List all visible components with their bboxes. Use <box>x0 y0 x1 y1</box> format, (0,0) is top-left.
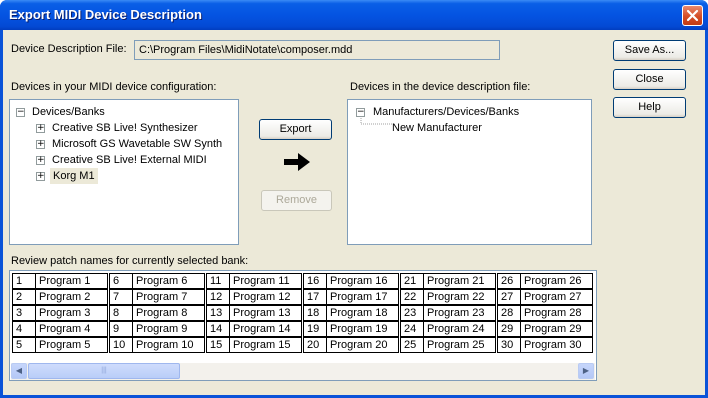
save-as-button[interactable]: Save As... <box>613 40 686 61</box>
patch-number-cell[interactable]: 3 <box>12 305 36 321</box>
minus-box-icon[interactable]: − <box>356 108 365 117</box>
window-title: Export MIDI Device Description <box>9 7 202 22</box>
export-button[interactable]: Export <box>259 119 332 140</box>
plus-box-icon[interactable]: + <box>36 156 45 165</box>
minus-box-icon[interactable]: − <box>16 108 25 117</box>
patch-name-cell[interactable]: Program 24 <box>423 321 496 337</box>
tree-connector <box>360 118 392 125</box>
patch-name-cell[interactable]: Program 20 <box>326 337 399 353</box>
close-button[interactable]: Close <box>613 69 686 90</box>
patch-name-cell[interactable]: Program 13 <box>229 305 302 321</box>
patch-number-cell[interactable]: 9 <box>109 321 133 337</box>
patch-name-cell[interactable]: Program 30 <box>520 337 593 353</box>
tree-item-manufacturer[interactable]: New Manufacturer <box>392 120 482 136</box>
scroll-left-icon[interactable]: ◀ <box>11 363 27 379</box>
patch-name-cell[interactable]: Program 4 <box>35 321 108 337</box>
tree-item-device-selected[interactable]: Korg M1 <box>50 168 98 184</box>
patch-number-cell[interactable]: 5 <box>12 337 36 353</box>
patch-number-cell[interactable]: 6 <box>109 273 133 289</box>
patch-number-cell[interactable]: 15 <box>206 337 230 353</box>
tree-item-device[interactable]: Creative SB Live! Synthesizer <box>52 120 198 136</box>
file-devices-label: Devices in the device description file: <box>350 81 531 93</box>
patch-name-cell[interactable]: Program 25 <box>423 337 496 353</box>
patch-number-cell[interactable]: 18 <box>303 305 327 321</box>
patch-name-cell[interactable]: Program 18 <box>326 305 399 321</box>
patch-number-cell[interactable]: 17 <box>303 289 327 305</box>
tree-item-device[interactable]: Microsoft GS Wavetable SW Synth <box>52 136 222 152</box>
patch-name-cell[interactable]: Program 29 <box>520 321 593 337</box>
patch-number-cell[interactable]: 19 <box>303 321 327 337</box>
patch-name-cell[interactable]: Program 17 <box>326 289 399 305</box>
patch-name-cell[interactable]: Program 19 <box>326 321 399 337</box>
scroll-right-icon[interactable]: ▶ <box>578 363 594 379</box>
patch-number-cell[interactable]: 28 <box>497 305 521 321</box>
file-devices-tree[interactable]: − Manufacturers/Devices/Banks New Manufa… <box>347 99 592 245</box>
patch-number-cell[interactable]: 25 <box>400 337 424 353</box>
patch-number-cell[interactable]: 11 <box>206 273 230 289</box>
horizontal-scrollbar[interactable]: ◀ ||| ▶ <box>11 363 595 380</box>
patch-number-cell[interactable]: 23 <box>400 305 424 321</box>
dialog-window: Export MIDI Device Description Device De… <box>0 0 708 398</box>
patch-name-cell[interactable]: Program 11 <box>229 273 302 289</box>
patch-number-cell[interactable]: 8 <box>109 305 133 321</box>
patch-number-cell[interactable]: 22 <box>400 289 424 305</box>
patch-name-cell[interactable]: Program 23 <box>423 305 496 321</box>
patch-name-cell[interactable]: Program 22 <box>423 289 496 305</box>
patch-number-cell[interactable]: 1 <box>12 273 36 289</box>
tree-root-manufacturers[interactable]: Manufacturers/Devices/Banks <box>373 104 519 120</box>
patch-number-cell[interactable]: 21 <box>400 273 424 289</box>
patch-number-cell[interactable]: 16 <box>303 273 327 289</box>
patch-number-cell[interactable]: 14 <box>206 321 230 337</box>
patch-name-cell[interactable]: Program 3 <box>35 305 108 321</box>
title-bar[interactable]: Export MIDI Device Description <box>0 0 708 30</box>
patch-names-grid[interactable]: 1 Program 1 2 Program 2 3 Program 3 4 Program 4… <box>9 270 597 381</box>
patch-name-cell[interactable]: Program 27 <box>520 289 593 305</box>
patch-name-cell[interactable]: Program 10 <box>132 337 205 353</box>
patch-name-cell[interactable]: Program 16 <box>326 273 399 289</box>
patch-name-cell[interactable]: Program 15 <box>229 337 302 353</box>
plus-box-icon[interactable]: + <box>36 172 45 181</box>
device-file-path-field[interactable]: C:\Program Files\MidiNotate\composer.mdd <box>134 40 500 60</box>
plus-box-icon[interactable]: + <box>36 124 45 133</box>
patch-number-cell[interactable]: 30 <box>497 337 521 353</box>
patch-name-cell[interactable]: Program 6 <box>132 273 205 289</box>
patch-number-cell[interactable]: 29 <box>497 321 521 337</box>
config-devices-label: Devices in your MIDI device configuratio… <box>11 81 217 93</box>
patch-name-cell[interactable]: Program 28 <box>520 305 593 321</box>
patch-number-cell[interactable]: 20 <box>303 337 327 353</box>
patch-name-cell[interactable]: Program 1 <box>35 273 108 289</box>
patch-number-cell[interactable]: 27 <box>497 289 521 305</box>
patch-number-cell[interactable]: 13 <box>206 305 230 321</box>
patch-number-cell[interactable]: 24 <box>400 321 424 337</box>
patch-name-cell[interactable]: Program 2 <box>35 289 108 305</box>
patch-number-cell[interactable]: 4 <box>12 321 36 337</box>
patch-name-cell[interactable]: Program 21 <box>423 273 496 289</box>
tree-item-device[interactable]: Creative SB Live! External MIDI <box>52 152 207 168</box>
plus-box-icon[interactable]: + <box>36 140 45 149</box>
dialog-body: Device Description File: C:\Program File… <box>3 30 705 395</box>
close-icon <box>686 9 699 22</box>
close-window-button[interactable] <box>682 5 703 26</box>
remove-button[interactable]: Remove <box>261 190 332 211</box>
right-arrow-icon <box>284 153 310 171</box>
patch-names-label: Review patch names for currently selecte… <box>11 255 249 267</box>
patch-number-cell[interactable]: 10 <box>109 337 133 353</box>
patch-name-cell[interactable]: Program 12 <box>229 289 302 305</box>
patch-name-cell[interactable]: Program 9 <box>132 321 205 337</box>
patch-name-cell[interactable]: Program 8 <box>132 305 205 321</box>
help-button[interactable]: Help <box>613 97 686 118</box>
device-file-label: Device Description File: <box>11 43 127 55</box>
scroll-thumb[interactable]: ||| <box>28 363 180 379</box>
patch-name-cell[interactable]: Program 5 <box>35 337 108 353</box>
patch-name-cell[interactable]: Program 7 <box>132 289 205 305</box>
patch-number-cell[interactable]: 7 <box>109 289 133 305</box>
patch-number-cell[interactable]: 12 <box>206 289 230 305</box>
patch-number-cell[interactable]: 26 <box>497 273 521 289</box>
patch-name-cell[interactable]: Program 26 <box>520 273 593 289</box>
tree-root-devices-banks[interactable]: Devices/Banks <box>32 104 105 120</box>
config-devices-tree[interactable]: − Devices/Banks + Creative SB Live! Synt… <box>9 99 239 245</box>
patch-name-cell[interactable]: Program 14 <box>229 321 302 337</box>
patch-number-cell[interactable]: 2 <box>12 289 36 305</box>
